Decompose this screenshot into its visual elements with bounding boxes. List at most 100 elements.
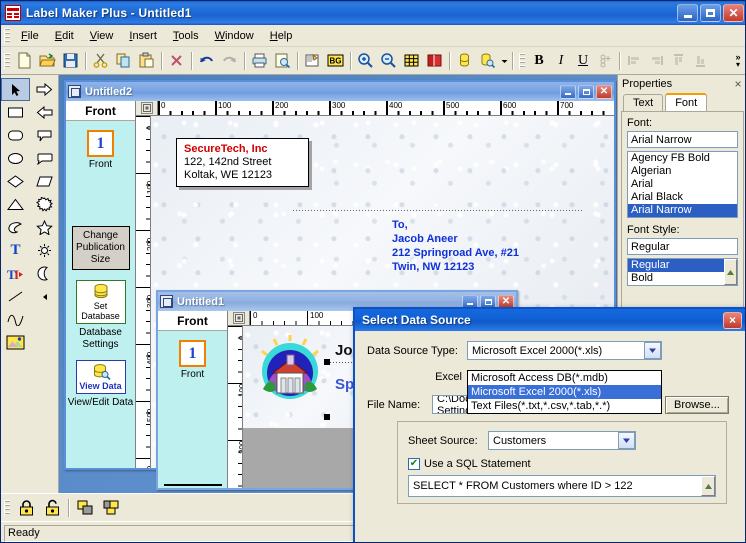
align-top-button[interactable] bbox=[667, 50, 689, 72]
maximize-button[interactable] bbox=[700, 4, 721, 22]
set-database-button[interactable]: Set Database bbox=[76, 280, 126, 324]
menu-file[interactable]: File bbox=[13, 27, 47, 45]
font-style-list-scroll-up-button[interactable] bbox=[724, 259, 737, 285]
chevron-down-icon[interactable] bbox=[618, 432, 635, 449]
untitled1-page-tab[interactable]: Front bbox=[158, 311, 227, 331]
undo-icon[interactable] bbox=[195, 50, 218, 72]
unlock-icon[interactable] bbox=[39, 496, 65, 520]
close-button[interactable]: ✕ bbox=[723, 4, 744, 22]
bold-button[interactable]: B bbox=[528, 50, 550, 72]
diamond-tool[interactable] bbox=[1, 170, 30, 193]
logo-object[interactable] bbox=[255, 333, 325, 403]
rectangle-tool[interactable] bbox=[1, 101, 30, 124]
change-publication-size-button[interactable]: Change Publication Size bbox=[72, 226, 130, 270]
font-style-list[interactable]: Regular Bold bbox=[627, 258, 738, 286]
marquee-text-tool[interactable]: TI bbox=[1, 262, 30, 285]
font-name-input[interactable]: Arial Narrow bbox=[627, 131, 738, 148]
open-icon[interactable] bbox=[36, 50, 59, 72]
format-toolbar-gripper[interactable] bbox=[519, 53, 525, 69]
font-list-item-3[interactable]: Arial Black bbox=[628, 191, 737, 204]
untitled2-maximize-button[interactable] bbox=[578, 85, 594, 99]
select-data-source-dialog[interactable]: Select Data Source × Data Source Type: M… bbox=[353, 307, 746, 543]
untitled2-close-button[interactable]: ✕ bbox=[596, 85, 612, 99]
untitled2-page-tab[interactable]: Front bbox=[66, 101, 135, 121]
book-icon[interactable] bbox=[423, 50, 446, 72]
arrow-left-shape-tool[interactable] bbox=[30, 101, 59, 124]
font-style-list-item-0[interactable]: Regular bbox=[628, 259, 724, 272]
properties-close-icon[interactable]: × bbox=[731, 77, 745, 91]
return-address-object[interactable]: SecureTech, Inc 122, 142nd Street Koltak… bbox=[176, 138, 309, 187]
tab-text[interactable]: Text bbox=[623, 94, 663, 111]
zoom-in-icon[interactable] bbox=[354, 50, 377, 72]
ellipse-tool[interactable] bbox=[1, 147, 30, 170]
data-source-type-dropdown-list[interactable]: Microsoft Access DB(*.mdb) Microsoft Exc… bbox=[467, 370, 662, 414]
paste-icon[interactable] bbox=[135, 50, 158, 72]
lock-icon[interactable] bbox=[13, 496, 39, 520]
dialog-close-button[interactable]: × bbox=[723, 312, 742, 329]
zoom-out-icon[interactable] bbox=[377, 50, 400, 72]
font-list-item-1[interactable]: Algerian bbox=[628, 165, 737, 178]
align-bottom-button[interactable] bbox=[689, 50, 711, 72]
callout-tool[interactable] bbox=[30, 124, 59, 147]
to-address-object[interactable]: To, Jacob Aneer 212 Springroad Ave, #21 … bbox=[392, 218, 519, 274]
selection-handle-bottom[interactable] bbox=[324, 414, 330, 420]
delete-icon[interactable] bbox=[165, 50, 188, 72]
untitled1-vertical-ruler[interactable]: 0 100 200 bbox=[228, 326, 243, 488]
arrow-right-shape-tool[interactable] bbox=[30, 78, 59, 101]
sql-statement-input[interactable]: SELECT * FROM Customers where ID > 122 bbox=[408, 475, 716, 497]
untitled2-vertical-ruler[interactable]: 0 100 200 300 400 500 600 bbox=[136, 116, 151, 468]
cut-icon[interactable] bbox=[89, 50, 112, 72]
align-right-button[interactable] bbox=[645, 50, 667, 72]
font-list-item-4[interactable]: Arial Narrow bbox=[628, 204, 737, 217]
font-style-list-item-1[interactable]: Bold bbox=[628, 272, 724, 285]
untitled2-horizontal-ruler[interactable]: 0 100 200 300 400 500 600 700 800 bbox=[136, 101, 614, 116]
new-icon[interactable] bbox=[13, 50, 36, 72]
toolbar-overflow-button[interactable]: » ▾ bbox=[731, 52, 746, 70]
moon-tool[interactable] bbox=[30, 262, 59, 285]
background-icon[interactable]: BG bbox=[324, 50, 347, 72]
parallelogram-tool[interactable] bbox=[30, 170, 59, 193]
properties-icon[interactable] bbox=[301, 50, 324, 72]
toolbar-dropdown-arrow-icon[interactable] bbox=[499, 50, 509, 72]
menu-window[interactable]: Window bbox=[207, 27, 262, 45]
select-arrow-tool[interactable] bbox=[1, 78, 30, 101]
font-list-item-2[interactable]: Arial bbox=[628, 178, 737, 191]
menu-insert[interactable]: Insert bbox=[121, 27, 165, 45]
speech-bubble-tool[interactable] bbox=[30, 147, 59, 170]
browse-button[interactable]: Browse... bbox=[665, 396, 729, 414]
database-icon[interactable] bbox=[453, 50, 476, 72]
dropdown-option-2[interactable]: Text Files(*.txt,*.csv,*.tab,*.*) bbox=[468, 399, 661, 413]
data-source-type-combo[interactable]: Microsoft Excel 2000(*.xls) bbox=[467, 341, 662, 360]
star-tool[interactable] bbox=[30, 216, 59, 239]
rounded-rectangle-tool[interactable] bbox=[1, 124, 30, 147]
use-sql-row[interactable]: ✔ Use a SQL Statement bbox=[408, 458, 716, 470]
untitled2-page-thumbnail[interactable]: 1 bbox=[87, 130, 114, 157]
starburst-tool[interactable] bbox=[30, 193, 59, 216]
print-icon[interactable] bbox=[248, 50, 271, 72]
redo-icon[interactable] bbox=[218, 50, 241, 72]
menu-view[interactable]: View bbox=[82, 27, 122, 45]
toolbar-gripper[interactable] bbox=[4, 53, 10, 69]
line-tool[interactable] bbox=[1, 285, 30, 308]
print-preview-icon[interactable] bbox=[271, 50, 294, 72]
tab-font[interactable]: Font bbox=[665, 93, 707, 111]
minimize-button[interactable] bbox=[677, 4, 698, 22]
text-effects-button[interactable] bbox=[594, 50, 616, 72]
untitled2-minimize-button[interactable] bbox=[560, 85, 576, 99]
bottom-toolbar-gripper[interactable] bbox=[4, 500, 10, 516]
sql-scroll-up-button[interactable] bbox=[701, 476, 715, 496]
use-sql-checkbox[interactable]: ✔ bbox=[408, 458, 420, 470]
group-icon[interactable] bbox=[72, 496, 98, 520]
untitled1-page-thumbnail[interactable]: 1 bbox=[179, 340, 206, 367]
curve-tool[interactable] bbox=[1, 308, 30, 331]
dropdown-option-1[interactable]: Microsoft Excel 2000(*.xls) bbox=[468, 385, 661, 399]
more-shapes-tool[interactable] bbox=[30, 285, 59, 308]
menu-gripper[interactable] bbox=[4, 28, 10, 44]
triangle-tool[interactable] bbox=[1, 193, 30, 216]
ruler-origin-button[interactable] bbox=[136, 101, 158, 115]
untitled1-ruler-origin-button[interactable] bbox=[228, 311, 250, 325]
menu-help[interactable]: Help bbox=[262, 27, 301, 45]
font-style-input[interactable]: Regular bbox=[627, 238, 738, 255]
chevron-down-icon[interactable] bbox=[644, 342, 661, 359]
image-tool[interactable] bbox=[1, 331, 30, 354]
